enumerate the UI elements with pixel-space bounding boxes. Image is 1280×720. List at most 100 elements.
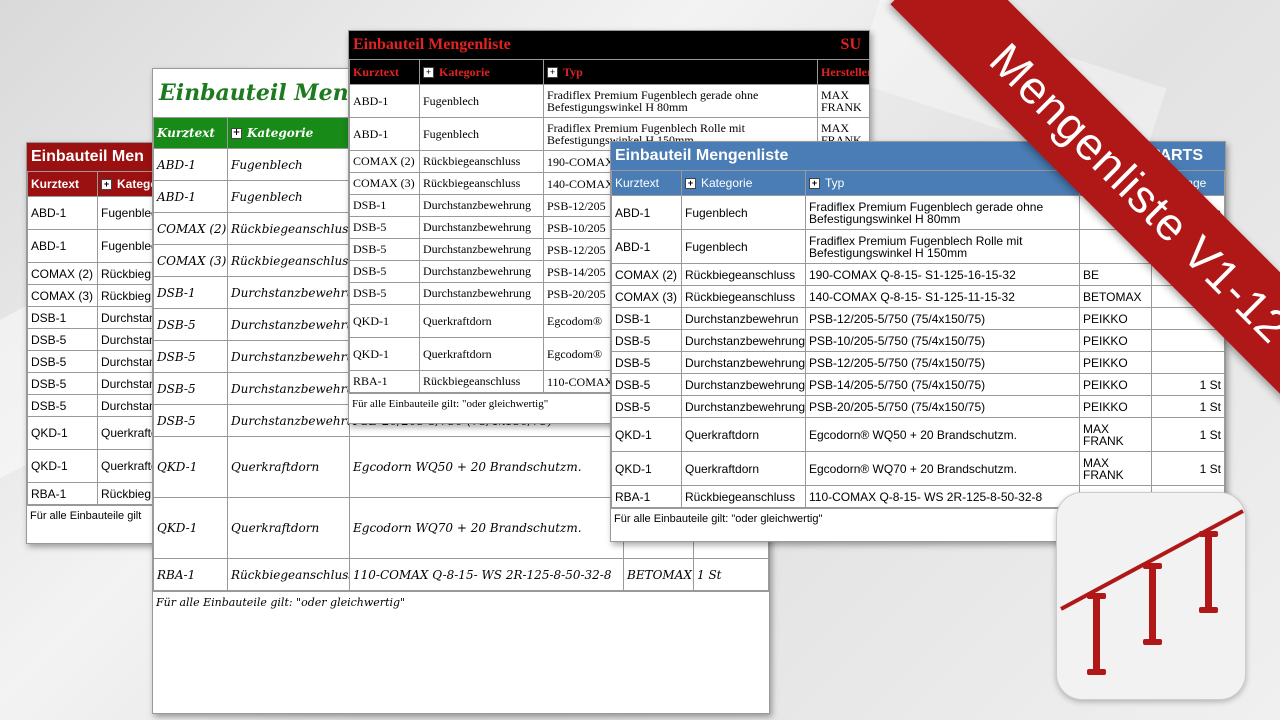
expand-icon[interactable]: + [547,67,558,79]
column-header-hersteller[interactable]: Hersteller [817,59,869,85]
table-cell: ABD-1 [611,195,682,230]
table-cell: DSB-5 [27,394,98,417]
table-row[interactable]: DSB-5DurchstanzbewehrungPSB-12/205-5/750… [611,351,1225,374]
table-cell: RBA-1 [611,485,682,508]
table-cell: Rückbiegeanschluss [419,172,544,195]
table-cell: Fugenblech [227,180,350,213]
table-cell: PSB-12/205-5/750 (75/4x150/75) [805,307,1080,330]
table-row[interactable]: ABD-1 Fugenblec [27,196,167,230]
table-cell: Rückbiegeanschluss [681,485,806,508]
table-row[interactable]: COMAX (3) Rückbieg [27,284,167,307]
expand-icon[interactable]: + [101,179,112,191]
table-cell: Durchstanzbewehrung [681,351,806,374]
table-row[interactable]: COMAX (3) Rückbiegeanschluss 140-COMAX Q-8… [611,285,1225,308]
column-header-typ[interactable]: + Typ [543,59,818,85]
table-row[interactable]: DSB-5DurchstanzbewehrungPSB-14/205-5/750… [611,373,1225,396]
table-row[interactable]: RBA-1 Rückbieg [27,482,167,505]
table-cell: COMAX (3) [611,285,682,308]
table-cell: Rückbiegeanschluss [681,285,806,308]
table-cell: Querkraftdorn [681,417,806,452]
table-cell: Durchstanzbewehrung [227,308,350,341]
table-cell: DSB-1 [153,276,228,309]
table-cell: COMAX (2) [349,150,420,173]
table-cell: Fradiflex Premium Fugenblech gerade ohne… [543,84,818,118]
table-row[interactable]: QKD-1 Querkraftdorn Egcodorn® WQ50 + 20 Br… [611,417,1225,452]
table-cell: Durchstanzbewehrung [419,260,544,283]
table-cell: DSB-5 [27,350,98,373]
table-cell: Fradiflex Premium Fugenblech gerade ohne… [805,195,1080,230]
column-header-kurztext[interactable]: Kurztext [349,59,420,85]
table-row[interactable]: RBA-1 Rückbiegeanschluss 110-COMAX Q-8-15-… [153,558,769,591]
expand-icon[interactable]: + [809,178,820,190]
table-row[interactable]: DSB-1 Durchstanzbewehrun PSB-12/205-5/750 … [611,307,1225,330]
mengenliste-table: Kurztext + Kategor ABD-1 Fugenblec ABD-1 Fug… [27,171,167,505]
column-header-kurztext[interactable]: Kurztext [611,170,682,196]
table-cell: PEIKKO [1079,395,1152,418]
table-cell: ABD-1 [153,148,228,181]
table-cell: 1 St [693,558,769,591]
table-cell: 110-COMAX Q-8-15- WS 2R-125-8-50-32-8 [805,485,1080,508]
table-cell: Egcodorn® WQ70 + 20 Brandschutzm. [805,451,1080,486]
table-row[interactable]: QKD-1 Querkraftd [27,449,167,483]
table-cell: Querkraftdorn [681,451,806,486]
table-cell: DSB-5 [27,328,98,351]
column-header-typ[interactable]: + Typ [805,170,1080,196]
table-cell: 1 St [1151,373,1225,396]
table-cell: Querkraftdorn [227,436,350,498]
column-header-kategorie[interactable]: + Kategorie [227,117,350,149]
table-cell: RBA-1 [349,370,420,393]
table-row[interactable]: DSB-5 Durchstan [27,394,167,417]
table-cell: DSB-5 [153,404,228,437]
table-cell: DSB-5 [153,308,228,341]
table-row[interactable]: DSB-1 Durchstan [27,306,167,329]
expand-icon[interactable]: + [231,128,242,139]
table-cell: COMAX (2) [611,263,682,286]
table-cell: 1 St [1151,451,1225,486]
column-header-kurztext[interactable]: Kurztext [27,171,98,197]
table-row[interactable]: COMAX (2) Rückbiegeanschluss 190-COMAX Q-8… [611,263,1225,286]
table-cell: 190-COMAX Q-8-15- S1-125-16-15-32 [805,263,1080,286]
table-cell: ABD-1 [349,117,420,151]
table-row[interactable]: QKD-1 Querkraftdorn Egcodorn® WQ70 + 20 Br… [611,451,1225,486]
table-cell: DSB-1 [349,194,420,217]
expand-icon[interactable]: + [685,178,696,190]
table-cell: Fugenblech [419,84,544,118]
column-header-kategorie[interactable]: + Kategorie [681,170,806,196]
table-cell: Querkraftdorn [419,304,544,338]
table-cell: DSB-5 [611,329,682,352]
table-cell: DSB-1 [611,307,682,330]
table-row[interactable]: COMAX (2) Rückbieg [27,262,167,285]
table-row[interactable]: QKD-1 Querkraftd [27,416,167,450]
table-row[interactable]: DSB-5DurchstanzbewehrungPSB-20/205-5/750… [611,395,1225,418]
table-cell: ABD-1 [349,84,420,118]
table-cell: Durchstanzbewehrung [419,282,544,305]
table-cell: QKD-1 [27,449,98,483]
table-row[interactable]: ABD-1 Fugenblec [27,229,167,263]
app-logo [1056,492,1246,700]
table-cell: ABD-1 [27,196,98,230]
table-cell: ABD-1 [153,180,228,213]
table-cell: MAX FRANK [1079,417,1152,452]
table-row[interactable]: DSB-5 Durchstanzbewehrung PSB-10/205-5/750… [611,329,1225,352]
table-cell: DSB-5 [611,373,682,396]
column-header-kategorie[interactable]: + Kategorie [419,59,544,85]
table-row[interactable]: DSB-5 Durchstan [27,328,167,351]
table-row[interactable]: DSB-5 Durchstan [27,372,167,395]
panel-title-text: Einbauteil Mengenliste [353,36,511,53]
table-cell: QKD-1 [349,304,420,338]
table-cell: QKD-1 [27,416,98,450]
table-cell: PSB-14/205-5/750 (75/4x150/75) [805,373,1080,396]
table-cell: PEIKKO [1079,373,1152,396]
table-cell: Egcodorn WQ70 + 20 Brandschutzm. [349,497,624,559]
expand-icon[interactable]: + [423,67,434,79]
table-cell: 140-COMAX Q-8-15- S1-125-11-15-32 [805,285,1080,308]
table-cell: DSB-5 [153,340,228,373]
table-cell: 110-COMAX Q-8-15- WS 2R-125-8-50-32-8 [349,558,624,591]
table-cell: Durchstanzbewehrung [419,216,544,239]
table-cell [1151,351,1225,374]
table-row[interactable]: ABD-1 Fugenblech Fradiflex Premium Fugenbl… [349,84,869,118]
table-row[interactable]: DSB-5 Durchstan [27,350,167,373]
column-header-kurztext[interactable]: Kurztext [153,117,228,149]
table-cell: Durchstanzbewehrung [227,276,350,309]
table-cell: Durchstanzbewehrung [419,194,544,217]
